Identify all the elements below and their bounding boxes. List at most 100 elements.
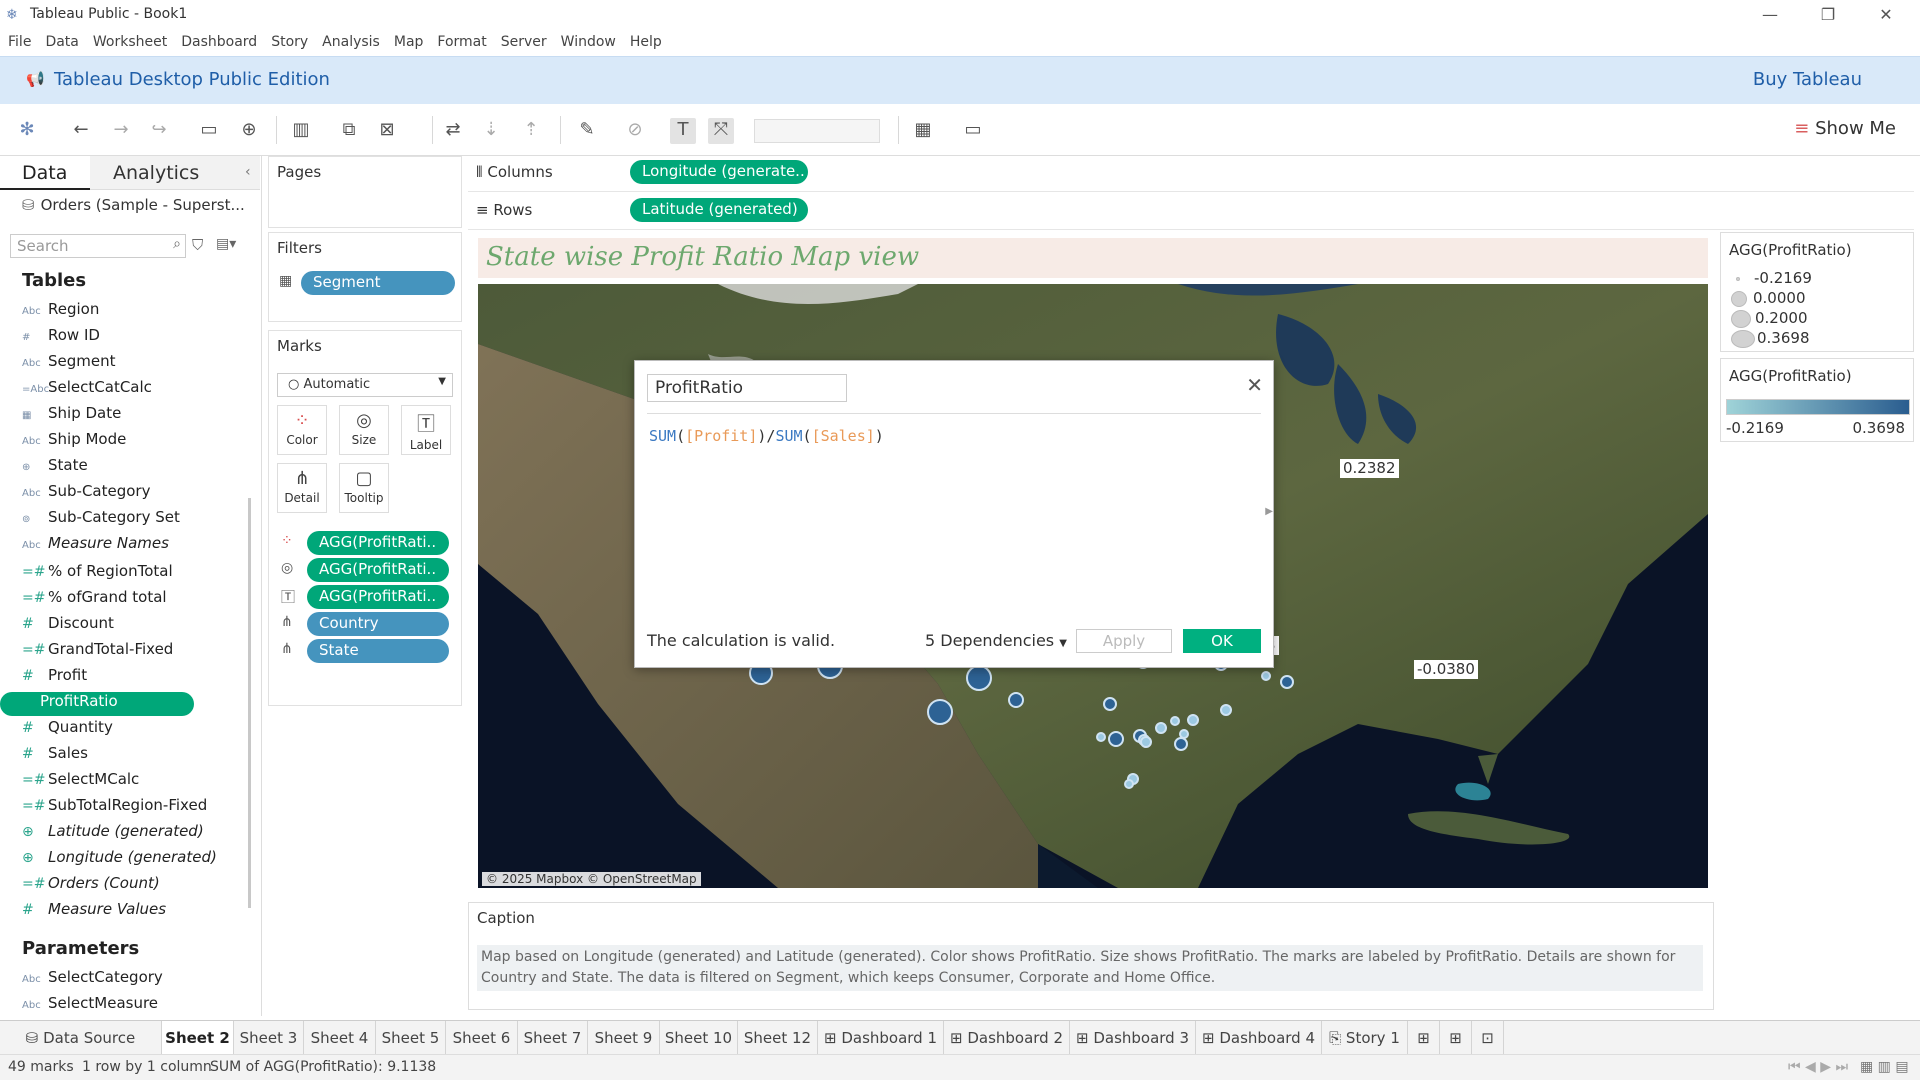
- marks-pill-country[interactable]: Country: [307, 612, 449, 636]
- menu-story[interactable]: Story: [264, 30, 315, 54]
- marks-pill-size[interactable]: AGG(ProfitRati..: [307, 558, 449, 582]
- tab-sheet-3[interactable]: Sheet 3: [234, 1021, 304, 1055]
- ok-button[interactable]: OK: [1183, 629, 1261, 653]
- close-icon[interactable]: ✕: [1246, 373, 1263, 397]
- marks-pill-label[interactable]: AGG(ProfitRati..: [307, 585, 449, 609]
- field-orders-count[interactable]: =# Orders (Count): [22, 874, 160, 898]
- menu-format[interactable]: Format: [430, 30, 493, 54]
- field-ship-date[interactable]: ▦ Ship Date: [22, 404, 121, 428]
- tab-story-1[interactable]: ⎘ Story 1: [1322, 1021, 1408, 1055]
- map-mark[interactable]: [966, 665, 992, 691]
- field-ship-mode[interactable]: Abc Ship Mode: [22, 430, 126, 454]
- field-grandtotal-fixed[interactable]: =# GrandTotal-Fixed: [22, 640, 173, 664]
- minimize-button[interactable]: —: [1750, 2, 1790, 28]
- field-state[interactable]: ⊕ State: [22, 456, 88, 480]
- redo-icon[interactable]: →: [108, 118, 134, 144]
- sort-descending-icon[interactable]: ⇡: [518, 118, 544, 144]
- mark-type-dropdown[interactable]: ○ Automatic ▼: [277, 373, 453, 397]
- map-mark[interactable]: [1108, 731, 1124, 747]
- menu-map[interactable]: Map: [387, 30, 431, 54]
- menu-data[interactable]: Data: [38, 30, 85, 54]
- menu-help[interactable]: Help: [623, 30, 669, 54]
- fit-dropdown[interactable]: [754, 119, 880, 143]
- size-button[interactable]: ◎ Size: [339, 405, 389, 455]
- map-mark[interactable]: [1124, 779, 1134, 789]
- show-me-button[interactable]: ≡ Show Me: [1794, 118, 1896, 139]
- close-window-button[interactable]: ✕: [1866, 2, 1906, 28]
- new-datasource-icon[interactable]: ⊕: [236, 118, 262, 144]
- show-mark-labels-icon[interactable]: T: [670, 118, 696, 144]
- label-button[interactable]: 🅃 Label: [401, 405, 451, 455]
- restore-button[interactable]: ❐: [1808, 2, 1848, 28]
- tab-dashboard-3[interactable]: ⊞ Dashboard 3: [1070, 1021, 1196, 1055]
- tab-sheet-4[interactable]: Sheet 4: [304, 1021, 376, 1055]
- map-mark[interactable]: [1103, 697, 1117, 711]
- new-worksheet-tab-icon[interactable]: ⊞: [1408, 1021, 1440, 1055]
- menu-worksheet[interactable]: Worksheet: [86, 30, 174, 54]
- field-row-id[interactable]: # Row ID: [22, 326, 100, 350]
- field-subtotalregion-fixed[interactable]: =# SubTotalRegion-Fixed: [22, 796, 207, 820]
- marks-pill-state[interactable]: State: [307, 639, 449, 663]
- map-mark[interactable]: [927, 699, 953, 725]
- filter-pill-segment[interactable]: Segment: [301, 271, 455, 295]
- buy-tableau-link[interactable]: Buy Tableau: [1753, 69, 1862, 90]
- tab-sheet-7[interactable]: Sheet 7: [518, 1021, 588, 1055]
- tab-sheet-10[interactable]: Sheet 10: [660, 1021, 738, 1055]
- map-mark[interactable]: [1140, 736, 1152, 748]
- expand-functions-icon[interactable]: ▶: [1265, 506, 1273, 517]
- save-icon[interactable]: ▭: [196, 118, 222, 144]
- field-of-regiontotal[interactable]: =#% of RegionTotal: [22, 562, 173, 586]
- map-mark[interactable]: [1187, 714, 1199, 726]
- search-input[interactable]: Search ⌕: [10, 234, 186, 258]
- calculation-name-input[interactable]: ProfitRatio: [647, 374, 847, 402]
- menu-dashboard[interactable]: Dashboard: [174, 30, 264, 54]
- filter-icon[interactable]: ⛉: [192, 236, 203, 254]
- tab-sheet-9[interactable]: Sheet 9: [588, 1021, 660, 1055]
- duplicate-sheet-icon[interactable]: ⧉: [336, 118, 362, 144]
- field-ofgrand-total[interactable]: =#% ofGrand total: [22, 588, 167, 612]
- tab-data[interactable]: Data: [0, 156, 90, 190]
- field-profit[interactable]: # Profit: [22, 666, 87, 690]
- tab-dashboard-2[interactable]: ⊞ Dashboard 2: [944, 1021, 1070, 1055]
- field-sub-category[interactable]: Abc Sub-Category: [22, 482, 150, 506]
- map-mark[interactable]: [1261, 671, 1271, 681]
- rows-pill-latitude[interactable]: Latitude (generated): [630, 198, 808, 222]
- field-segment[interactable]: Abc Segment: [22, 352, 116, 376]
- presentation-mode-icon[interactable]: ▭: [960, 118, 986, 144]
- tab-analytics[interactable]: Analytics: [90, 156, 260, 190]
- map-mark[interactable]: [1280, 675, 1294, 689]
- fix-axes-icon[interactable]: ⤧: [708, 118, 734, 144]
- field-measure-values[interactable]: # Measure Values: [22, 900, 166, 924]
- datasource-item[interactable]: ⛁ Orders (Sample - Superst...: [22, 196, 245, 214]
- tab-dashboard-4[interactable]: ⊞ Dashboard 4: [1196, 1021, 1322, 1055]
- menu-window[interactable]: Window: [554, 30, 623, 54]
- marks-pill-color[interactable]: AGG(ProfitRati..: [307, 531, 449, 555]
- highlight-icon[interactable]: ✎: [574, 118, 600, 144]
- sort-ascending-icon[interactable]: ⇣: [478, 118, 504, 144]
- view-options-icon[interactable]: ▤▾: [216, 236, 236, 252]
- map-mark[interactable]: [1170, 716, 1180, 726]
- apply-button[interactable]: Apply: [1076, 629, 1172, 653]
- swap-rows-columns-icon[interactable]: ⇄: [440, 118, 466, 144]
- field-latitude-generated[interactable]: ⊕ Latitude (generated): [22, 822, 204, 846]
- menu-analysis[interactable]: Analysis: [315, 30, 387, 54]
- tab-dashboard-1[interactable]: ⊞ Dashboard 1: [818, 1021, 944, 1055]
- tableau-home-icon[interactable]: ✻: [14, 118, 40, 144]
- tab-sheet-12[interactable]: Sheet 12: [738, 1021, 818, 1055]
- pages-shelf[interactable]: Pages: [268, 156, 462, 228]
- field-sales[interactable]: # Sales: [22, 744, 88, 768]
- field-measure-names[interactable]: Abc Measure Names: [22, 534, 169, 558]
- menu-file[interactable]: File: [0, 30, 38, 54]
- map-mark[interactable]: [1174, 737, 1188, 751]
- columns-pill-longitude[interactable]: Longitude (generate..: [630, 160, 808, 184]
- detail-button[interactable]: ⋔ Detail: [277, 463, 327, 513]
- field-selectmcalc[interactable]: =# SelectMCalc: [22, 770, 139, 794]
- dependencies-dropdown[interactable]: 5 Dependencies ▼: [925, 631, 1067, 650]
- show-cards-icon[interactable]: ▦: [910, 118, 936, 144]
- field-sub-category-set[interactable]: ⊚ Sub-Category Set: [22, 508, 180, 532]
- map-mark[interactable]: [1155, 722, 1167, 734]
- tab-sheet-2[interactable]: Sheet 2: [162, 1021, 234, 1055]
- field-discount[interactable]: # Discount: [22, 614, 114, 638]
- collapse-pane-icon[interactable]: ‹: [245, 164, 251, 180]
- undo-icon[interactable]: ←: [68, 118, 94, 144]
